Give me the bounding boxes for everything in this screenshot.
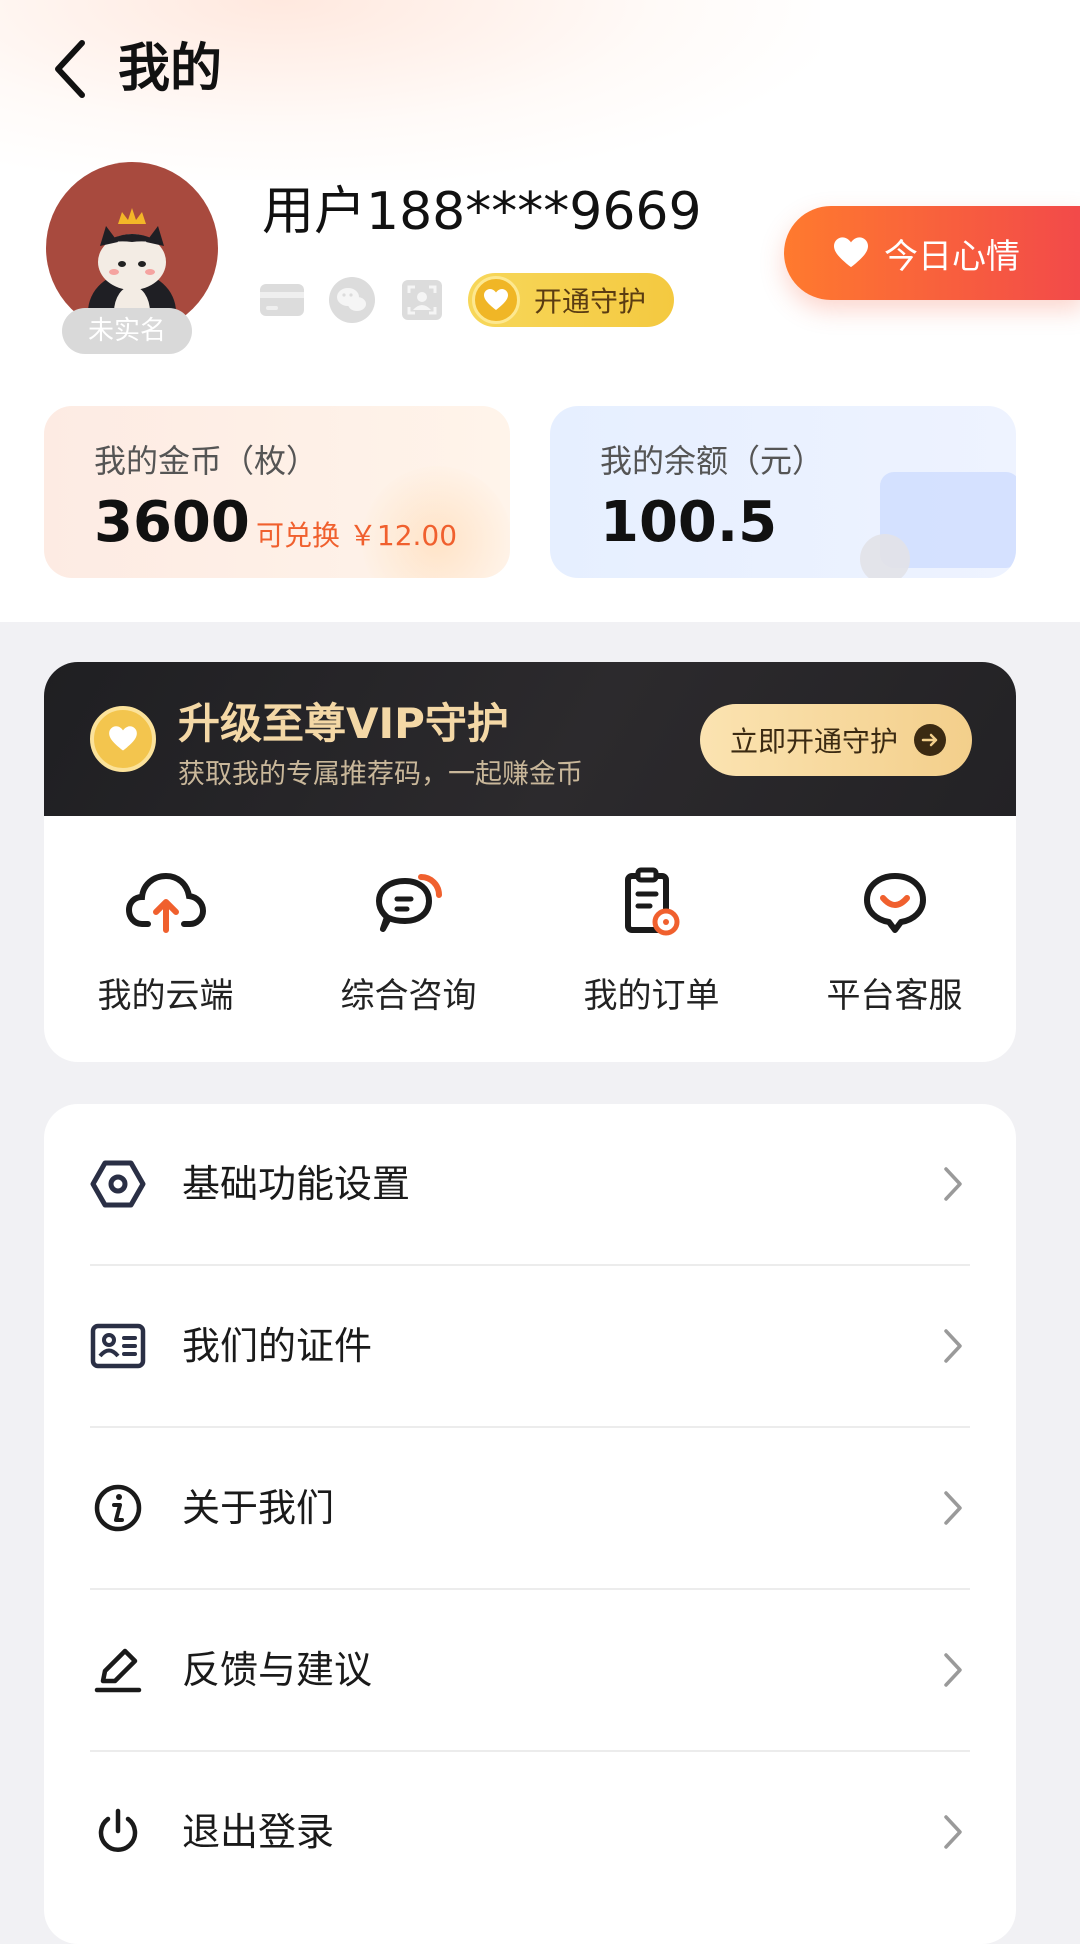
customer-service-icon [855, 862, 935, 942]
menu-item-basic-settings[interactable]: 基础功能设置 [44, 1104, 1016, 1264]
vip-open-button[interactable]: 立即开通守护 [700, 704, 972, 776]
open-guard-label: 开通守护 [534, 285, 647, 318]
heart-shield-icon [472, 276, 520, 324]
balance-card[interactable]: 我的余额（元） 100.5 [550, 406, 1016, 578]
username: 用户188****9669 [262, 182, 702, 242]
cloud-upload-icon [125, 862, 206, 942]
menu-item-logout[interactable]: 退出登录 [44, 1752, 1016, 1912]
today-mood-button[interactable]: 今日心情 [784, 206, 1080, 300]
back-button[interactable] [40, 36, 100, 102]
chevron-right-icon [938, 1324, 968, 1368]
settings-hexagon-icon [88, 1154, 148, 1214]
chevron-right-icon [938, 1486, 968, 1530]
menu-item-label: 关于我们 [182, 1486, 335, 1530]
menu-item-label: 反馈与建议 [182, 1648, 373, 1692]
vip-subtitle: 获取我的专属推荐码，一起赚金币 [178, 759, 583, 790]
chat-icon [369, 862, 449, 942]
menu-item-label: 我们的证件 [182, 1324, 373, 1368]
quick-action-label: 我的订单 [583, 976, 720, 1016]
balance-value: 100.5 [600, 490, 778, 555]
vip-banner[interactable]: 升级至尊VIP守护 获取我的专属推荐码，一起赚金币 立即开通守护 [44, 662, 1016, 816]
coins-exchange-note: 可兑换 ￥12.00 [256, 519, 458, 552]
quick-actions-row: 我的云端 综合咨询 我的订单 平台客服 [44, 816, 1016, 1062]
quick-action-label: 我的云端 [97, 976, 234, 1016]
coins-value: 3600 [94, 490, 250, 555]
face-scan-icon[interactable] [398, 276, 446, 324]
quick-action-consult[interactable]: 综合咨询 [287, 816, 530, 1062]
quick-action-orders[interactable]: 我的订单 [530, 816, 773, 1062]
info-icon [88, 1478, 148, 1538]
quick-action-service[interactable]: 平台客服 [773, 816, 1016, 1062]
menu-item-certificates[interactable]: 我们的证件 [44, 1266, 1016, 1426]
page-title: 我的 [118, 39, 223, 99]
edit-icon [88, 1640, 148, 1700]
chevron-left-icon [55, 40, 85, 98]
chevron-right-icon [938, 1162, 968, 1206]
coins-label: 我的金币（枚） [94, 442, 319, 480]
profile-header-area: 我的 未实名 用户188****9669 开通守护 今日心情 我的金币（枚） 3… [0, 0, 1080, 622]
menu-item-label: 退出登录 [182, 1810, 335, 1854]
coins-card[interactable]: 我的金币（枚） 3600 可兑换 ￥12.00 [44, 406, 510, 578]
coin-stack-decoration [860, 534, 910, 578]
chevron-right-icon [938, 1648, 968, 1692]
menu-item-feedback[interactable]: 反馈与建议 [44, 1590, 1016, 1750]
balance-label: 我的余额（元） [600, 442, 825, 480]
quick-action-label: 综合咨询 [340, 976, 477, 1016]
menu-item-label: 基础功能设置 [182, 1162, 411, 1206]
account-icons-row: 开通守护 [258, 273, 675, 327]
vip-title: 升级至尊VIP守护 [178, 699, 509, 748]
order-icon [612, 862, 692, 942]
menu-item-about[interactable]: 关于我们 [44, 1428, 1016, 1588]
vip-section: 升级至尊VIP守护 获取我的专属推荐码，一起赚金币 立即开通守护 我的云端 综合… [44, 662, 1016, 1062]
quick-action-cloud[interactable]: 我的云端 [44, 816, 287, 1062]
nav-bar: 我的 [0, 0, 1080, 140]
heart-icon [834, 237, 868, 268]
vip-heart-icon [90, 706, 156, 772]
realname-status-badge[interactable]: 未实名 [62, 308, 192, 354]
bank-card-icon[interactable] [258, 276, 306, 324]
wechat-icon[interactable] [328, 276, 376, 324]
arrow-right-icon [914, 724, 946, 756]
chevron-right-icon [938, 1810, 968, 1854]
today-mood-label: 今日心情 [884, 236, 1020, 277]
id-card-icon [88, 1316, 148, 1376]
open-guard-button[interactable]: 开通守护 [468, 273, 675, 327]
settings-menu: 基础功能设置 我们的证件 关于我们 反馈与建议 退出登录 [44, 1104, 1016, 1944]
vip-open-label: 立即开通守护 [730, 725, 899, 758]
quick-action-label: 平台客服 [826, 976, 963, 1016]
power-icon [88, 1802, 148, 1862]
